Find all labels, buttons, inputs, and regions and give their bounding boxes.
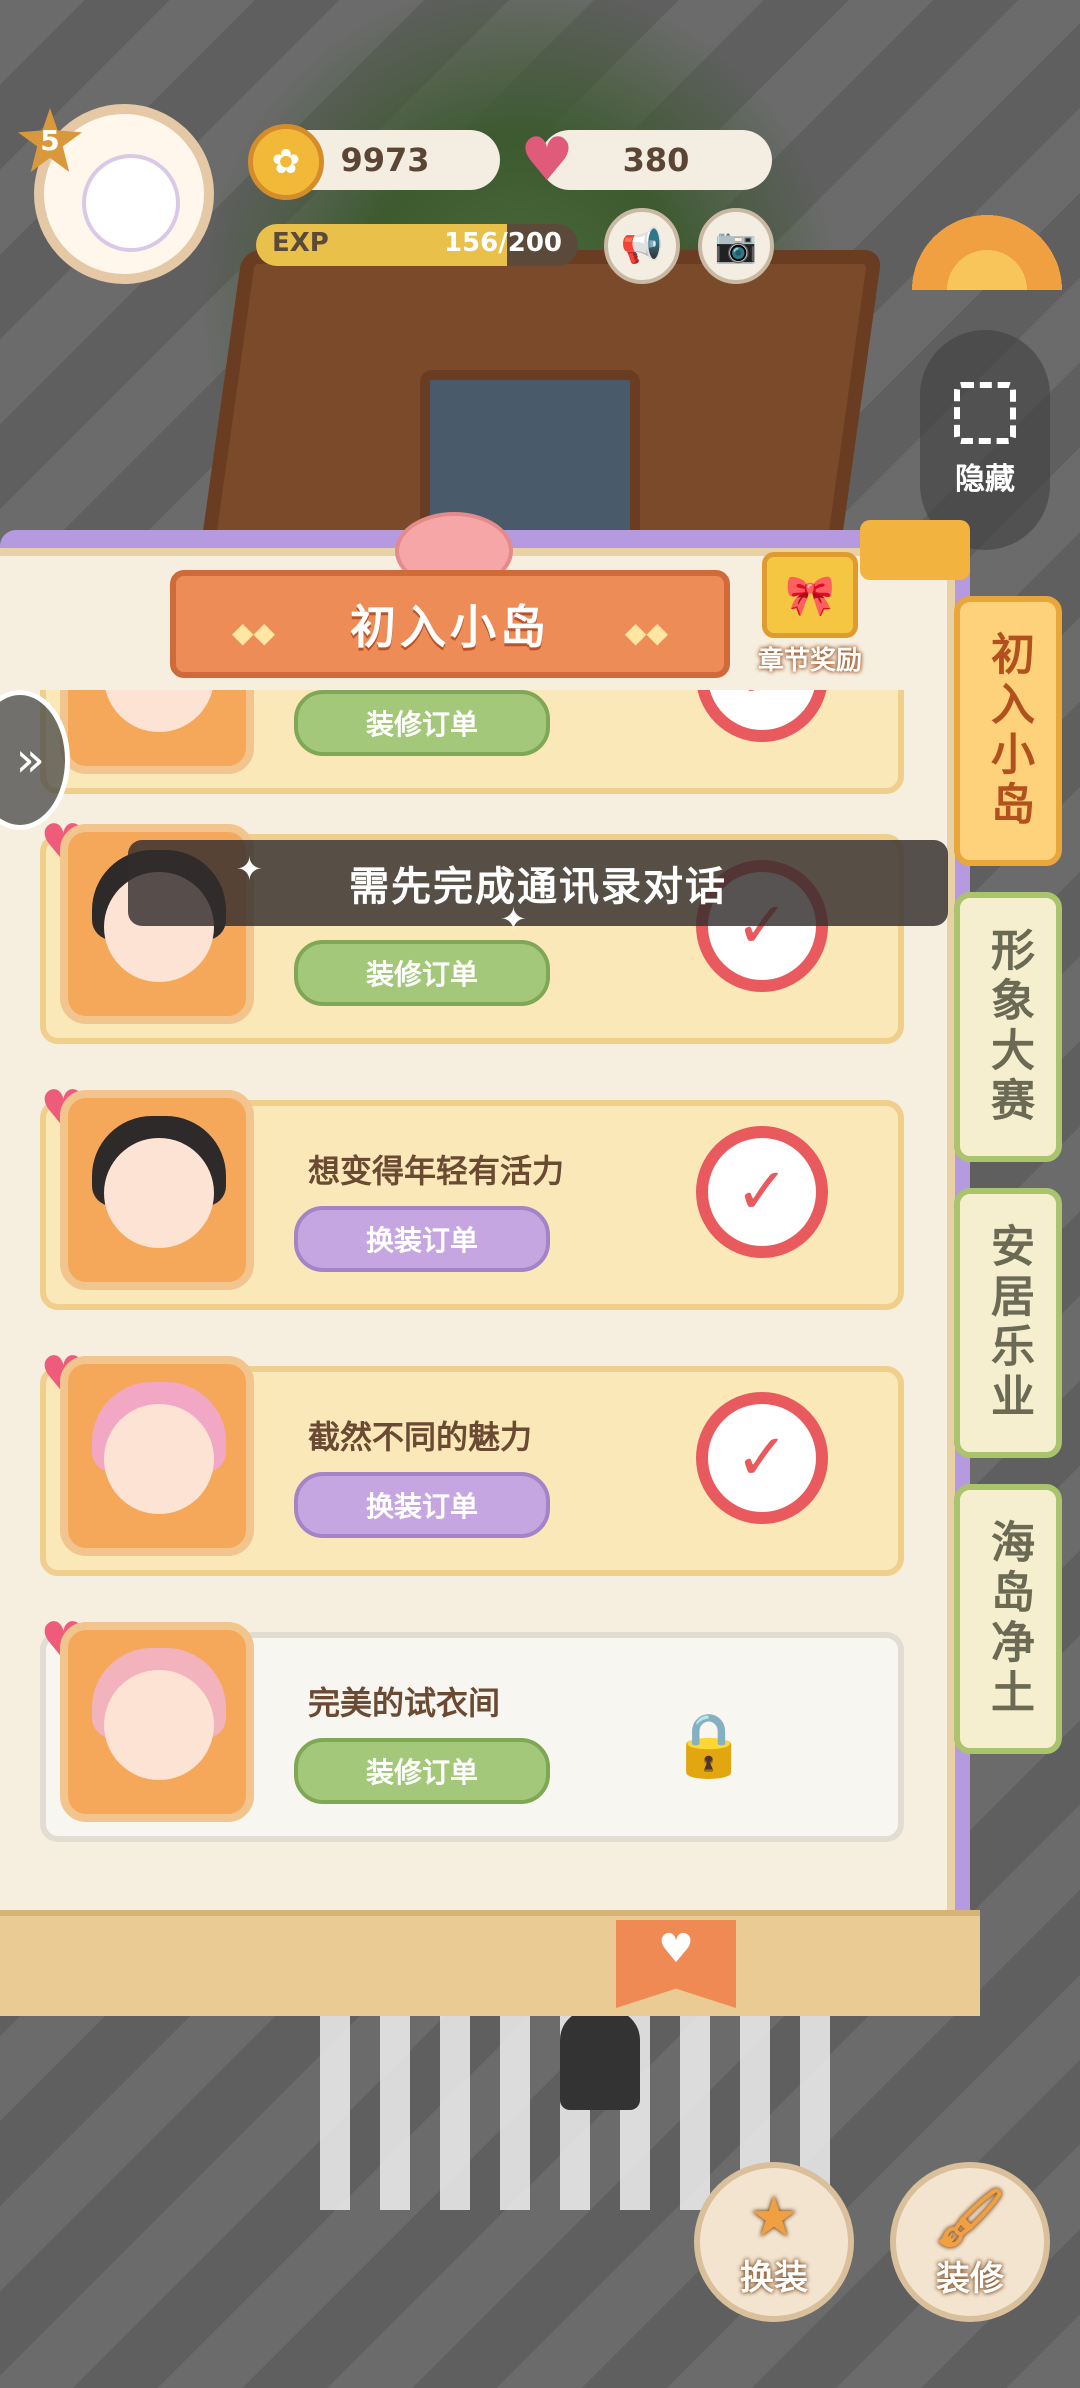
tab-chapter-2[interactable]: 形象大赛: [954, 892, 1062, 1162]
order-card[interactable]: ♥ 想变得年轻有活力 换装订单 ✓: [40, 1080, 904, 1322]
tab-chapter-4[interactable]: 海岛净土: [954, 1484, 1062, 1754]
order-name: 完美的试衣间: [308, 1684, 501, 1722]
dressup-label: 换装: [740, 2258, 808, 2298]
checkmark-stamp-icon: ✓: [696, 1392, 828, 1524]
decorate-order-button[interactable]: 装修订单: [294, 690, 550, 756]
decorate-label: 装修: [936, 2258, 1004, 2299]
player-character: [560, 2010, 640, 2110]
book-spine: [0, 1910, 980, 2016]
order-name: 截然不同的魅力: [308, 1418, 533, 1456]
chapter-title-ribbon: ◆◆ 初入小岛 ◆◆: [170, 570, 730, 678]
character-face: [104, 1404, 214, 1514]
lock-icon: 🔒: [670, 1708, 748, 1781]
order-portrait: [60, 1622, 254, 1822]
dressup-star-icon: ★: [748, 2185, 800, 2250]
rabbit-coin-icon: ✿: [248, 124, 324, 200]
dressup-order-button[interactable]: 换装订单: [294, 1472, 550, 1538]
heart-icon: ♥: [520, 125, 574, 195]
expand-frame-icon: [954, 382, 1016, 444]
diamond-right-icon: ◆◆: [624, 616, 668, 649]
hide-button[interactable]: 隐藏: [920, 330, 1050, 550]
character-face: [104, 1670, 214, 1780]
character-face: [104, 1138, 214, 1248]
gift-box-icon: 🎀: [762, 552, 858, 638]
megaphone-button[interactable]: 📢: [604, 208, 680, 284]
exp-bar: EXP 156/200: [256, 224, 578, 266]
paint-roller-icon: 🖌: [934, 2185, 1006, 2251]
order-card[interactable]: ♥ 截然不同的魅力 换装订单 ✓: [40, 1346, 904, 1588]
diamond-left-icon: ◆◆: [232, 616, 276, 649]
sparkle-icon: ✦: [236, 850, 263, 888]
chapter-reward-button[interactable]: 🎀 章节奖励: [740, 552, 880, 682]
checkmark-stamp-icon: ✓: [696, 1126, 828, 1258]
order-portrait: [60, 1356, 254, 1556]
hide-label: 隐藏: [955, 462, 1015, 497]
chapter-title: 初入小岛: [350, 600, 550, 654]
decorate-button[interactable]: 🖌 装修: [890, 2162, 1050, 2322]
exp-value: 156/200: [443, 228, 562, 258]
dressup-order-button[interactable]: 换装订单: [294, 1206, 550, 1272]
decorate-order-button[interactable]: 装修订单: [294, 1738, 550, 1804]
tab-chapter-1[interactable]: 初入小岛: [954, 596, 1062, 866]
chevron-right-icon: »: [15, 732, 45, 788]
camera-button[interactable]: 📷: [698, 208, 774, 284]
exp-label: EXP: [272, 228, 329, 258]
bunny-avatar-icon: [82, 154, 180, 252]
order-card[interactable]: 装修订单 ✓: [40, 690, 904, 806]
chapter-reward-label: 章节奖励: [757, 646, 862, 676]
order-portrait: [60, 690, 254, 774]
order-name: 想变得年轻有活力: [308, 1152, 565, 1190]
megaphone-icon: 📢: [620, 226, 664, 266]
dressup-button[interactable]: ★ 换装: [694, 2162, 854, 2322]
tab-chapter-3[interactable]: 安居乐业: [954, 1188, 1062, 1458]
character-face: [104, 690, 214, 732]
order-portrait: [60, 1090, 254, 1290]
camera-icon: 📷: [714, 226, 758, 266]
order-card-locked[interactable]: ♥ 完美的试衣间 装修订单 🔒: [40, 1612, 904, 1850]
decorate-order-button[interactable]: 装修订单: [294, 940, 550, 1006]
sparkle-icon: ✦: [500, 900, 527, 938]
